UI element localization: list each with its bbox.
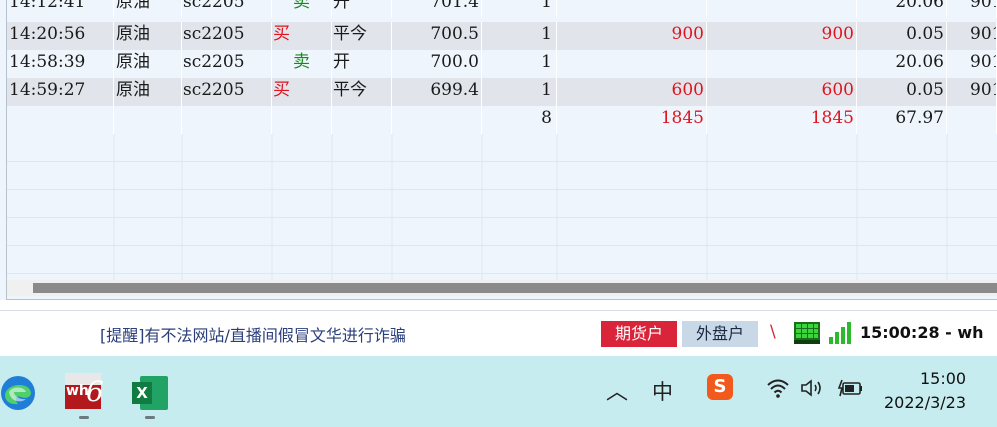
- cell-price: 700.5: [392, 22, 482, 50]
- cell-side: 买: [272, 78, 332, 106]
- cell-side: 卖: [272, 50, 332, 78]
- cell-price: 699.4: [392, 78, 482, 106]
- cell-profit-2: [707, 0, 857, 18]
- cell-time: 14:20:56: [7, 22, 114, 50]
- table-row[interactable]: 14:20:56 原油 sc2205 买 平今 700.5 1 900 900 …: [7, 22, 997, 50]
- network-grid-icon[interactable]: [794, 322, 820, 344]
- total-profit-2: 1845: [707, 106, 857, 134]
- cell-price: 700.0: [392, 50, 482, 78]
- cell-empty: [7, 106, 114, 134]
- cell-empty: [947, 106, 997, 134]
- cell-product: 原油: [114, 22, 182, 50]
- cell-product: 原油: [114, 0, 182, 18]
- taskbar-clock-time[interactable]: 15:00: [920, 369, 966, 388]
- cell-contract: sc2205: [182, 50, 272, 78]
- cell-profit: 900: [557, 22, 707, 50]
- table-row[interactable]: 14:59:27 原油 sc2205 买 平今 699.4 1 600 600 …: [7, 78, 997, 106]
- wifi-icon[interactable]: [766, 378, 790, 398]
- totals-row: 8 1845 1845 67.97: [7, 106, 997, 134]
- cell-profit: 600: [557, 78, 707, 106]
- cell-action: 开: [332, 0, 392, 18]
- futures-account-button[interactable]: 期货户: [601, 321, 677, 347]
- edge-browser-icon[interactable]: [0, 375, 36, 411]
- signal-strength-icon: [829, 322, 851, 344]
- cell-tail: 901: [947, 22, 997, 50]
- cell-side: 卖: [272, 0, 332, 18]
- cell-fee: 0.05: [857, 78, 947, 106]
- volume-icon[interactable]: [800, 378, 826, 398]
- cell-fee: 20.06: [857, 0, 947, 18]
- cell-time: 14:59:27: [7, 78, 114, 106]
- cell-empty: [114, 106, 182, 134]
- windows-taskbar: wh 6 X ︿ 中 S 15:00 2022/3/23: [0, 356, 997, 427]
- sogou-ime-icon[interactable]: S: [707, 374, 733, 400]
- cell-fee: 0.05: [857, 22, 947, 50]
- cell-empty: [332, 106, 392, 134]
- cell-profit-2: 600: [707, 78, 857, 106]
- cell-product: 原油: [114, 50, 182, 78]
- cell-price: 701.4: [392, 0, 482, 18]
- horizontal-scrollbar[interactable]: [7, 280, 997, 296]
- foreign-account-button[interactable]: 外盘户: [682, 321, 758, 347]
- cell-profit: [557, 0, 707, 18]
- cell-fee: 20.06: [857, 50, 947, 78]
- table-row[interactable]: 14:58:39 原油 sc2205 卖 开 700.0 1 20.06 901: [7, 50, 997, 78]
- table-row[interactable]: 14:12:41 原油 sc2205 卖 开 701.4 1 20.06 901: [7, 0, 997, 18]
- total-profit: 1845: [557, 106, 707, 134]
- excel-letter: X: [132, 382, 152, 404]
- cell-tail: 901: [947, 78, 997, 106]
- cell-product: 原油: [114, 78, 182, 106]
- cell-qty: 1: [482, 0, 557, 18]
- cell-contract: sc2205: [182, 22, 272, 50]
- cell-profit-2: 900: [707, 22, 857, 50]
- cell-tail: 901: [947, 0, 997, 18]
- trade-grid: 14:12:41 原油 sc2205 卖 开 701.4 1 20.06 90 1…: [0, 0, 997, 300]
- cell-contract: sc2205: [182, 78, 272, 106]
- cell-qty: 1: [482, 50, 557, 78]
- input-method-indicator[interactable]: 中: [652, 376, 673, 406]
- running-indicator: [79, 416, 89, 419]
- total-qty: 8: [482, 106, 557, 134]
- cell-profit: [557, 50, 707, 78]
- fraud-notice-link[interactable]: [提醒]有不法网站/直播间假冒文华进行诈骗: [100, 322, 406, 346]
- show-hidden-icons-chevron-up-icon[interactable]: ︿: [606, 374, 628, 406]
- grid-lines: [113, 134, 948, 280]
- cell-time: 14:12:41: [7, 0, 114, 18]
- excel-app-icon[interactable]: X: [132, 376, 168, 410]
- cell-empty: [272, 106, 332, 134]
- status-bar: [提醒]有不法网站/直播间假冒文华进行诈骗 期货户 外盘户 \ 15:00:28…: [0, 310, 997, 357]
- cell-action: 平今: [332, 78, 392, 106]
- battery-charging-icon[interactable]: [838, 378, 864, 398]
- cell-tail: 901: [947, 50, 997, 78]
- cell-side: 买: [272, 22, 332, 50]
- scrollbar-thumb[interactable]: [33, 283, 997, 293]
- wh6-app-icon[interactable]: wh 6: [65, 373, 104, 409]
- cell-empty: [182, 106, 272, 134]
- total-fee: 67.97: [857, 106, 947, 134]
- cell-contract: sc2205: [182, 0, 272, 18]
- cell-time: 14:58:39: [7, 50, 114, 78]
- cell-profit-2: [707, 50, 857, 78]
- taskbar-clock-date[interactable]: 2022/3/23: [884, 393, 966, 412]
- running-indicator: [145, 416, 155, 419]
- cell-action: 开: [332, 50, 392, 78]
- wh6-number: 6: [86, 375, 104, 408]
- cell-qty: 1: [482, 22, 557, 50]
- cell-empty: [392, 106, 482, 134]
- cell-action: 平今: [332, 22, 392, 50]
- cell-qty: 1: [482, 78, 557, 106]
- server-time-user: 15:00:28 - wh: [860, 323, 984, 342]
- connection-indicator: \: [770, 322, 776, 342]
